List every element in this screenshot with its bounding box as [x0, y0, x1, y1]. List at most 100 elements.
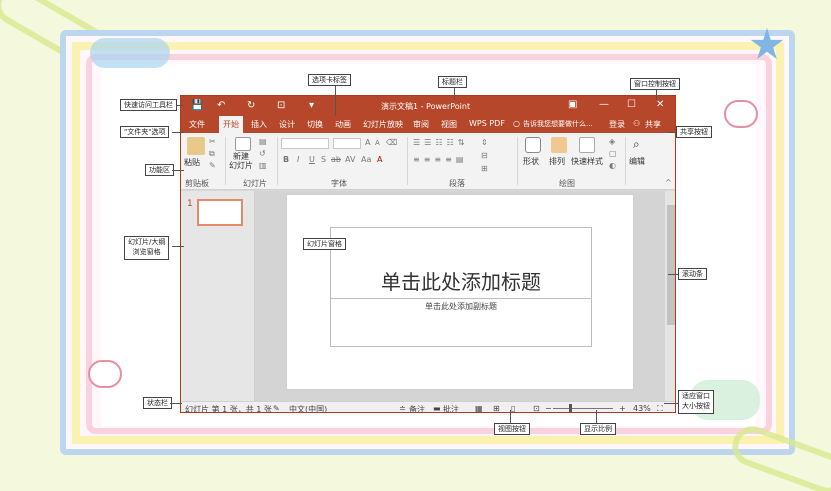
paste-icon[interactable] [187, 137, 205, 155]
text-direction-icon[interactable]: ⇕ [481, 138, 488, 147]
smartart-icon[interactable]: ⊞ [481, 164, 488, 173]
reset-icon[interactable]: ↺ [259, 149, 266, 158]
leader-line [596, 410, 597, 423]
tell-me-box[interactable]: 告诉我您想要做什么... [523, 119, 593, 129]
language-indicator[interactable]: 中文(中国) [289, 404, 327, 412]
maximize-icon[interactable]: ☐ [627, 99, 636, 110]
new-slide-button[interactable]: 新建 幻灯片 [229, 152, 253, 171]
group-separator [407, 137, 408, 185]
paste-button[interactable]: 粘贴 [184, 157, 200, 168]
tab-view[interactable]: 视图 [441, 119, 457, 130]
zoom-out-button[interactable]: − [545, 404, 552, 412]
shapes-icon[interactable] [525, 137, 541, 153]
thumbnail-number: 1 [187, 199, 193, 209]
align-text-icon[interactable]: ⊟ [481, 151, 488, 160]
change-case-button[interactable]: Aa [361, 155, 371, 164]
leader-line [668, 274, 678, 275]
italic-button[interactable]: I [297, 155, 299, 164]
annotation-outline-pane-line2: 浏览窗格 [132, 247, 161, 256]
copy-icon[interactable]: ⧉ [209, 149, 215, 159]
tab-review[interactable]: 审阅 [413, 119, 429, 130]
leader-line [172, 170, 184, 171]
user-icon: ⚇ [633, 119, 641, 128]
layout-icon[interactable]: ▤ [259, 137, 267, 146]
undo-icon[interactable]: ↶ [217, 100, 225, 111]
arrange-icon[interactable] [551, 137, 567, 153]
font-size-field[interactable] [333, 138, 361, 149]
login-link[interactable]: 登录 [609, 119, 625, 130]
redo-icon[interactable]: ↻ [247, 100, 255, 111]
share-button[interactable]: 共享 [645, 119, 661, 130]
close-icon[interactable]: ✕ [656, 99, 664, 110]
zoom-in-button[interactable]: + [619, 404, 626, 412]
shapes-button[interactable]: 形状 [523, 156, 539, 167]
annotation-quick-access: 快速访问工具栏 [120, 99, 177, 112]
slideshow-icon[interactable]: ⊡ [533, 404, 540, 412]
title-placeholder[interactable]: 单击此处添加标题 [330, 227, 592, 299]
group-label-drawing: 绘图 [559, 179, 575, 188]
arrange-button[interactable]: 排列 [549, 156, 565, 167]
ribbon-display-icon[interactable]: ▣ [568, 99, 577, 110]
tab-transitions[interactable]: 切换 [307, 119, 323, 130]
find-icon[interactable]: ⌕ [633, 137, 640, 152]
reading-view-icon[interactable]: ▯ [511, 404, 515, 412]
collapse-ribbon-icon[interactable]: ^ [665, 178, 672, 187]
font-name-field[interactable] [281, 138, 329, 149]
annotation-fit-window-line1: 适应窗口 [682, 392, 710, 400]
clear-format-icon[interactable]: ⌫ [386, 138, 397, 147]
slide-thumbnail-pane: 1 [181, 191, 255, 401]
char-spacing-button[interactable]: AV [345, 155, 355, 164]
font-shrink-button[interactable]: A [375, 139, 380, 147]
tab-slideshow[interactable]: 幻灯片放映 [363, 119, 403, 130]
leader-line [170, 403, 182, 404]
align-buttons[interactable]: ≡≡≡≡▤ [413, 155, 467, 164]
subtitle-placeholder[interactable]: 单击此处添加副标题 [330, 299, 592, 347]
customize-qat-icon[interactable]: ▾ [309, 100, 314, 111]
spellcheck-icon[interactable]: ✎ [273, 404, 280, 412]
slide-sorter-icon[interactable]: ⊞ [493, 404, 500, 412]
scrollbar-thumb[interactable] [667, 205, 675, 325]
shape-outline-icon[interactable]: ▢ [609, 149, 617, 158]
slide-canvas[interactable]: 单击此处添加标题 单击此处添加副标题 [286, 194, 634, 390]
fit-window-icon[interactable]: ⛶ [657, 404, 663, 412]
tab-file[interactable]: 文件 [189, 119, 205, 130]
cut-icon[interactable]: ✂ [209, 137, 216, 146]
section-icon[interactable]: ▥ [259, 161, 267, 170]
underline-button[interactable]: U [309, 155, 315, 164]
new-slide-icon[interactable] [235, 137, 251, 151]
tab-design[interactable]: 设计 [279, 119, 295, 130]
list-buttons[interactable]: ☰☰☷☷⇅ [413, 138, 468, 147]
shape-fill-icon[interactable]: ◈ [609, 137, 615, 146]
slide-thumbnail[interactable] [197, 199, 243, 226]
zoom-slider[interactable] [553, 408, 613, 409]
vertical-scrollbar[interactable] [665, 191, 675, 401]
comments-button[interactable]: 批注 [443, 404, 459, 412]
tab-wps-pdf[interactable]: WPS PDF [469, 119, 505, 128]
group-label-font: 字体 [331, 179, 347, 188]
strikethrough-button[interactable]: ab [331, 155, 341, 164]
tab-animations[interactable]: 动画 [335, 119, 351, 130]
minimize-icon[interactable]: — [599, 99, 609, 110]
font-grow-button[interactable]: A [365, 138, 370, 147]
tab-insert[interactable]: 插入 [251, 119, 267, 130]
shadow-button[interactable]: S [321, 155, 326, 164]
presentation-icon[interactable]: ⊡ [277, 100, 285, 111]
zoom-level[interactable]: 43% [633, 404, 651, 412]
bold-button[interactable]: B [283, 155, 289, 164]
normal-view-icon[interactable]: ▦ [475, 404, 483, 412]
editing-button[interactable]: 编辑 [629, 156, 645, 167]
slide-count: 幻灯片 第 1 张，共 1 张 [185, 405, 272, 413]
quick-styles-icon[interactable] [579, 137, 595, 153]
group-separator [625, 137, 626, 185]
save-icon[interactable]: 💾 [191, 100, 203, 111]
group-label-paragraph: 段落 [449, 179, 465, 188]
shape-effects-icon[interactable]: ◐ [609, 161, 616, 170]
quick-styles-button[interactable]: 快速样式 [571, 156, 603, 167]
tab-home[interactable]: 开始 [219, 116, 243, 133]
leader-line [668, 132, 676, 133]
zoom-slider-handle[interactable] [569, 404, 572, 412]
notes-button[interactable]: 备注 [409, 404, 425, 412]
format-painter-icon[interactable]: ✎ [209, 161, 216, 170]
group-separator [277, 137, 278, 185]
font-color-button[interactable]: A [377, 155, 382, 164]
